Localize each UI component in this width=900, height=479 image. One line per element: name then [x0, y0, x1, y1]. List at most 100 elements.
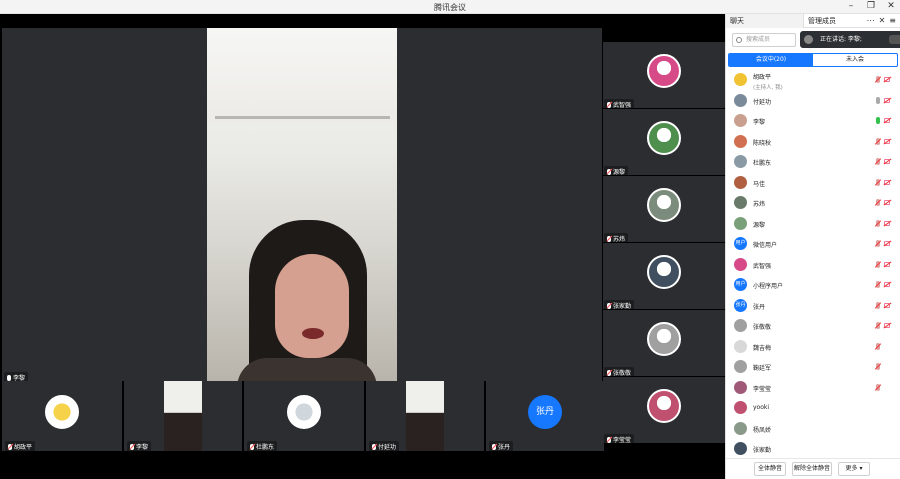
tile-name: 胡政平: [14, 444, 33, 451]
mic-muted-icon[interactable]: [876, 158, 880, 165]
video-tile[interactable]: 张敬敬: [603, 310, 725, 378]
participant-name: 鞠廷军: [753, 365, 772, 372]
participant-row[interactable]: 胡政平 (主持人, 我): [726, 70, 896, 91]
participant-row[interactable]: 付延功: [726, 91, 896, 111]
mic-muted-icon[interactable]: [876, 260, 880, 268]
restore-icon[interactable]: ❐: [866, 1, 876, 11]
participant-row[interactable]: 张丹 张丹: [726, 296, 896, 316]
participant-row[interactable]: 武智强: [726, 255, 896, 275]
participant-row[interactable]: 李黎: [726, 111, 896, 131]
seg-in-meeting[interactable]: 会议中(20): [729, 54, 813, 66]
participant-name: 杨凤娇: [753, 426, 772, 434]
close-icon[interactable]: ✕: [886, 1, 896, 11]
participant-name: 杜鹏东: [753, 160, 772, 167]
video-tile[interactable]: 张家勤: [603, 243, 725, 311]
mic-muted-icon[interactable]: [876, 363, 880, 370]
participant-row[interactable]: 马佳: [726, 173, 896, 193]
video-tile[interactable]: 苏炜: [603, 176, 725, 244]
camera-off-icon[interactable]: [884, 261, 890, 267]
mic-muted-icon[interactable]: [876, 240, 880, 247]
avatar: [647, 255, 681, 289]
participant-row[interactable]: 用户 微信用户: [726, 234, 896, 254]
participant-row[interactable]: 用户 小程序用户: [726, 275, 896, 295]
minimize-icon[interactable]: –: [846, 1, 856, 11]
participant-name: 张丹: [753, 303, 766, 311]
video-tile[interactable]: 源黎: [603, 109, 725, 177]
mic-icon[interactable]: [876, 117, 880, 124]
participant-row[interactable]: 李莹莹: [726, 378, 896, 398]
participant-avatar: 用户: [734, 237, 747, 250]
more-icon[interactable]: ⋯: [867, 16, 875, 25]
unmute-all-button[interactable]: 解除全体静音: [792, 462, 832, 476]
participant-row[interactable]: 张家勤: [726, 439, 896, 459]
camera-off-icon[interactable]: [884, 77, 890, 82]
mic-icon[interactable]: [876, 96, 880, 104]
participant-avatar: 用户: [734, 278, 747, 291]
participant-avatar: [734, 421, 747, 435]
participant-name: 张家勤: [753, 447, 772, 454]
participant-row[interactable]: 源黎: [726, 214, 896, 234]
more-button[interactable]: 更多 ▾: [838, 462, 870, 476]
tile-name-tag: 张丹: [489, 441, 514, 452]
mute-all-button[interactable]: 全体静音: [754, 462, 786, 476]
participant-row[interactable]: 苏炜: [726, 193, 896, 213]
video-tile[interactable]: 武智强: [603, 42, 725, 110]
mic-muted-icon: [607, 436, 611, 443]
participant-name: 微信用户: [753, 242, 778, 249]
mic-muted-icon[interactable]: [876, 322, 880, 329]
mic-muted-icon[interactable]: [876, 383, 880, 391]
video-tile[interactable]: 杜鹏东: [244, 381, 364, 452]
video-tile[interactable]: 付延功: [366, 381, 484, 452]
participant-row[interactable]: 陈晓秋: [726, 132, 896, 152]
mic-muted-icon[interactable]: [876, 281, 880, 288]
mic-muted-icon[interactable]: [876, 301, 880, 309]
tile-name: 张敬敬: [613, 370, 632, 377]
seg-not-joined[interactable]: 未入会: [813, 54, 897, 66]
camera-off-icon[interactable]: [884, 220, 890, 226]
mic-muted-icon[interactable]: [876, 342, 880, 350]
menu-icon[interactable]: ≡: [889, 16, 896, 25]
window-title: 腾讯会议: [434, 3, 466, 12]
participant-name: yooki: [753, 404, 770, 411]
camera-off-icon[interactable]: [884, 241, 890, 246]
mic-muted-icon[interactable]: [876, 219, 880, 227]
tab-chat[interactable]: 聊天: [726, 14, 804, 28]
participant-row[interactable]: 张敬敬: [726, 316, 896, 336]
camera-off-icon[interactable]: [884, 302, 890, 308]
search-input[interactable]: 搜索成员: [732, 33, 796, 47]
video-tile[interactable]: 张丹 张丹: [486, 381, 604, 452]
participant-row[interactable]: 杨凤娇: [726, 419, 896, 439]
participant-avatar: 张丹: [734, 298, 747, 312]
panel-close-icon[interactable]: ✕: [879, 16, 886, 25]
mic-muted-icon[interactable]: [876, 137, 880, 145]
camera-off-icon[interactable]: [884, 97, 890, 103]
video-tile[interactable]: 李莹莹: [603, 377, 725, 445]
tile-name-tag: 杜鹏东: [247, 441, 278, 452]
camera-off-icon[interactable]: [884, 282, 890, 287]
camera-off-icon[interactable]: [884, 138, 890, 144]
tile-name: 源黎: [613, 169, 626, 176]
mic-muted-icon: [607, 235, 611, 242]
main-speaker-video[interactable]: [207, 28, 397, 381]
tab-manage-members[interactable]: 管理成员: [804, 14, 864, 28]
participant-name: 苏炜: [753, 201, 766, 208]
participant-row[interactable]: 杜鹏东: [726, 152, 896, 172]
mic-muted-icon[interactable]: [876, 199, 880, 206]
camera-off-icon[interactable]: [884, 159, 890, 164]
participant-row[interactable]: 鞠廷军: [726, 357, 896, 377]
mic-muted-icon[interactable]: [876, 178, 880, 186]
participant-avatar: [734, 114, 747, 127]
panel-footer: 全体静音 解除全体静音 更多 ▾: [726, 458, 900, 479]
camera-off-icon[interactable]: [884, 200, 890, 205]
camera-off-icon[interactable]: [884, 323, 890, 328]
mic-muted-icon[interactable]: [876, 76, 880, 83]
participant-row[interactable]: 魏吉梅: [726, 337, 896, 357]
video-tile[interactable]: 胡政平: [2, 381, 122, 452]
camera-off-icon[interactable]: [884, 179, 890, 185]
participant-avatar: [734, 155, 747, 168]
video-tile[interactable]: 李黎: [124, 381, 242, 452]
bottom-tile-row: 胡政平 李黎 杜鹏东 付延功 张丹 张丹: [2, 381, 604, 452]
camera-off-icon[interactable]: [884, 118, 890, 123]
participant-row[interactable]: yooki: [726, 398, 896, 418]
participant-name: 陈晓秋: [753, 139, 772, 147]
